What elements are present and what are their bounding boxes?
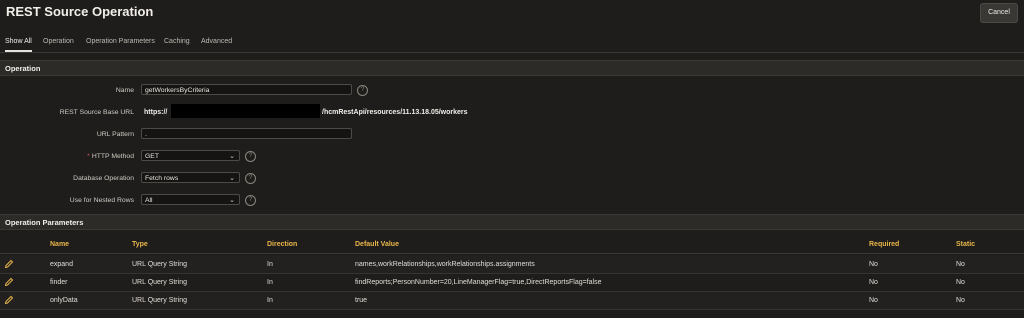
param-type: URL Query String	[132, 279, 187, 286]
base-url-label: REST Source Base URL	[59, 109, 134, 116]
chevron-down-icon: ⌄	[229, 175, 235, 182]
base-url-prefix: https://	[144, 109, 168, 116]
name-field[interactable]: getWorkersByCriteria	[141, 84, 352, 95]
tab-bar: Show All Operation Operation Parameters …	[0, 32, 1024, 53]
page-header: REST Source Operation Cancel	[0, 0, 1024, 32]
required-indicator: *	[87, 153, 90, 160]
param-direction: In	[267, 279, 273, 286]
operation-section-header: Operation	[0, 60, 1024, 76]
url-pattern-field[interactable]: .	[141, 128, 352, 139]
http-method-value: GET	[145, 153, 159, 160]
param-type: URL Query String	[132, 297, 187, 304]
column-header-name[interactable]: Name	[50, 241, 69, 248]
param-name: finder	[50, 279, 68, 286]
tab-operation-parameters[interactable]: Operation Parameters	[86, 38, 155, 45]
http-method-select[interactable]: GET ⌄	[141, 150, 240, 161]
help-icon[interactable]: ?	[245, 173, 256, 184]
param-default-value: true	[355, 297, 368, 304]
param-direction: In	[267, 261, 273, 268]
param-name: onlyData	[50, 297, 78, 304]
pencil-edit-icon[interactable]	[4, 295, 14, 305]
param-default-value: findReports;PersonNumber=20,LineManagerF…	[355, 279, 602, 286]
pencil-edit-icon[interactable]	[4, 259, 14, 269]
db-operation-label: Database Operation	[73, 175, 134, 182]
db-operation-value: Fetch rows	[145, 175, 179, 182]
nested-rows-select[interactable]: All ⌄	[141, 194, 240, 205]
table-row: onlyData URL Query String In true No No	[0, 292, 1024, 310]
operation-section-title: Operation	[5, 64, 41, 73]
column-header-direction[interactable]: Direction	[267, 241, 297, 248]
param-name: expand	[50, 261, 73, 268]
tab-operation[interactable]: Operation	[43, 38, 74, 45]
column-header-static[interactable]: Static	[956, 241, 975, 248]
page-title: REST Source Operation	[6, 4, 154, 19]
table-row: expand URL Query String In names,workRel…	[0, 256, 1024, 274]
tab-caching[interactable]: Caching	[164, 38, 190, 45]
name-label: Name	[115, 87, 134, 94]
param-static: No	[956, 279, 965, 286]
base-url-suffix: /hcmRestApi/resources/11.13.18.05/worker…	[322, 109, 468, 116]
nested-rows-label: Use for Nested Rows	[69, 197, 134, 204]
help-icon[interactable]: ?	[245, 195, 256, 206]
table-row: finder URL Query String In findReports;P…	[0, 274, 1024, 292]
cancel-button[interactable]: Cancel	[980, 3, 1018, 23]
http-method-label-text: HTTP Method	[91, 153, 134, 160]
param-static: No	[956, 297, 965, 304]
http-method-label: * HTTP Method	[87, 153, 134, 160]
parameters-section-header: Operation Parameters	[0, 214, 1024, 230]
param-default-value: names,workRelationships,workRelationship…	[355, 261, 535, 268]
parameters-section-title: Operation Parameters	[5, 218, 84, 227]
column-header-type[interactable]: Type	[132, 241, 148, 248]
help-icon[interactable]: ?	[245, 151, 256, 162]
url-pattern-label: URL Pattern	[96, 131, 134, 138]
param-static: No	[956, 261, 965, 268]
parameters-table-header: Name Type Direction Default Value Requir…	[0, 237, 1024, 254]
column-header-required[interactable]: Required	[869, 241, 899, 248]
chevron-down-icon: ⌄	[229, 197, 235, 204]
param-required: No	[869, 297, 878, 304]
param-type: URL Query String	[132, 261, 187, 268]
param-required: No	[869, 261, 878, 268]
chevron-down-icon: ⌄	[229, 153, 235, 160]
nested-rows-value: All	[145, 197, 153, 204]
param-required: No	[869, 279, 878, 286]
redacted-block	[171, 104, 320, 118]
tab-advanced[interactable]: Advanced	[201, 38, 232, 45]
tab-show-all[interactable]: Show All	[5, 38, 32, 52]
db-operation-select[interactable]: Fetch rows ⌄	[141, 172, 240, 183]
pencil-edit-icon[interactable]	[4, 277, 14, 287]
column-header-default-value[interactable]: Default Value	[355, 241, 399, 248]
help-icon[interactable]: ?	[357, 85, 368, 96]
param-direction: In	[267, 297, 273, 304]
